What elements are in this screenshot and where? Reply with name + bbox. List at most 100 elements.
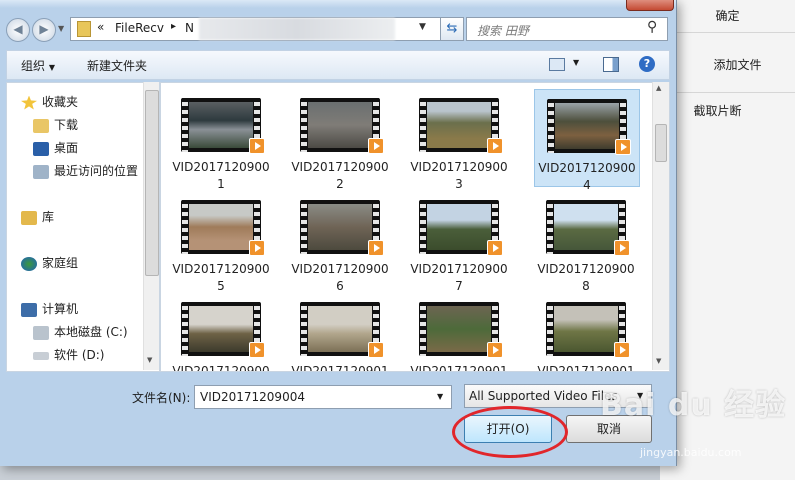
scrollbar-thumb[interactable]: [145, 90, 159, 276]
file-type-value: All Supported Video Files: [469, 389, 618, 403]
film-perforation: [547, 200, 553, 254]
thumbnail-image: [189, 204, 253, 250]
nav-label: 桌面: [54, 141, 79, 155]
file-item[interactable]: VID2017120901: [407, 293, 511, 372]
chevron-down-icon[interactable]: ▼: [437, 386, 443, 408]
refresh-button[interactable]: ⇆: [440, 17, 464, 41]
chevron-down-icon: ▼: [48, 63, 55, 72]
search-input[interactable]: 搜索 田野 ⚲: [466, 17, 668, 41]
scrollbar-thumb[interactable]: [655, 124, 667, 162]
confirm-button[interactable]: 确定: [660, 7, 795, 24]
nav-homegroup[interactable]: 家庭组: [21, 253, 78, 273]
nav-label: 家庭组: [42, 256, 79, 270]
address-bar[interactable]: « FileRecv ▸ N ▼: [70, 17, 460, 41]
file-item[interactable]: VID2017120900 3: [407, 89, 511, 191]
file-name: VID2017120900: [169, 363, 273, 372]
film-perforation: [420, 98, 426, 152]
film-perforation: [301, 200, 307, 254]
thumbnail-image: [555, 103, 619, 149]
homegroup-icon: [21, 256, 37, 271]
film-perforation: [548, 99, 554, 153]
scroll-down-icon[interactable]: ▼: [656, 357, 661, 365]
forward-button[interactable]: ▶: [32, 18, 56, 42]
nav-libraries[interactable]: 库: [21, 207, 54, 227]
scroll-down-icon[interactable]: ▼: [147, 356, 152, 364]
thumbnail-image: [554, 306, 618, 352]
back-button[interactable]: ◀: [6, 18, 30, 42]
preview-pane-icon[interactable]: [603, 57, 619, 72]
library-icon: [21, 210, 37, 225]
file-name-line: VID2017120900: [410, 262, 508, 276]
thumbnail-image: [554, 204, 618, 250]
nav-local-disk[interactable]: 本地磁盘 (C:): [33, 322, 128, 342]
file-item[interactable]: VID2017120900 8: [534, 191, 638, 293]
nav-label: 收藏夹: [42, 95, 79, 109]
play-icon: [249, 138, 265, 154]
file-item[interactable]: VID2017120900: [169, 293, 273, 372]
refresh-icon: ⇆: [446, 21, 458, 36]
nav-desktop[interactable]: 桌面: [33, 138, 78, 158]
add-file-button[interactable]: 添加文件: [670, 56, 795, 73]
nav-computer[interactable]: 计算机: [21, 299, 78, 319]
view-icon[interactable]: [549, 58, 565, 71]
breadcrumb-overflow[interactable]: «: [97, 20, 104, 34]
navigation-pane: 收藏夹 下载 桌面 最近访问的位置 库 家庭组 计算机 本地磁盘 (C:) 软件…: [6, 82, 160, 372]
close-button[interactable]: [626, 0, 674, 11]
search-placeholder: 搜索 田野: [477, 24, 529, 38]
nav-software-drive[interactable]: 软件 (D:): [33, 345, 104, 365]
drive-icon: [33, 351, 49, 360]
file-item[interactable]: VID2017120901: [288, 293, 392, 372]
nav-label: 最近访问的位置: [54, 164, 139, 178]
film-perforation: [301, 98, 307, 152]
file-item[interactable]: VID2017120900 2: [288, 89, 392, 191]
file-item[interactable]: VID2017120900 6: [288, 191, 392, 293]
filename-input[interactable]: VID20171209004 ▼: [194, 385, 452, 409]
address-dropdown-icon[interactable]: ▼: [419, 22, 426, 32]
view-dropdown-icon[interactable]: ▼: [573, 58, 579, 67]
file-item[interactable]: VID2017120901: [534, 293, 638, 371]
breadcrumb-n[interactable]: N: [185, 21, 194, 35]
file-item[interactable]: VID2017120900 4: [534, 89, 640, 192]
computer-icon: [21, 302, 37, 317]
thumbnail-image: [427, 306, 491, 352]
file-name-line: VID2017120900: [172, 262, 270, 276]
play-icon: [615, 139, 631, 155]
play-icon: [368, 342, 384, 358]
watermark-url: jingyan.baidu.com: [640, 446, 742, 459]
file-name-line: VID2017120900: [537, 262, 635, 276]
nav-recent[interactable]: 最近访问的位置: [33, 161, 138, 181]
breadcrumb-separator-icon[interactable]: ▸: [171, 21, 176, 32]
file-item[interactable]: VID2017120900 7: [407, 191, 511, 293]
file-name: VID2017120900 2: [288, 159, 392, 193]
file-name-line: VID2017120901: [291, 364, 389, 372]
downloads-folder-icon: [33, 118, 49, 133]
recent-locations-dropdown-icon[interactable]: ▼: [58, 24, 64, 33]
file-name: VID2017120900 7: [407, 261, 511, 295]
file-scrollbar[interactable]: ▲ ▼: [652, 82, 669, 370]
file-name-line: VID2017120901: [410, 364, 508, 372]
scroll-up-icon[interactable]: ▲: [656, 84, 661, 92]
film-perforation: [420, 302, 426, 356]
file-item[interactable]: VID2017120900 5: [169, 191, 273, 293]
file-name: VID2017120901: [534, 363, 638, 371]
open-file-dialog: ◀ ▶ ▼ « FileRecv ▸ N ▼ ⇆ 搜索 田野 ⚲ 组织 ▼ 新建…: [0, 0, 677, 466]
back-arrow-icon: ◀: [13, 22, 23, 36]
film-perforation: [182, 200, 188, 254]
film-perforation: [301, 302, 307, 356]
thumbnail-image: [427, 102, 491, 148]
nav-scrollbar[interactable]: ▼: [143, 82, 159, 370]
help-icon[interactable]: ?: [639, 56, 655, 72]
breadcrumb-filerecv[interactable]: FileRecv: [115, 21, 164, 35]
file-name: VID2017120900 5: [169, 261, 273, 295]
nav-downloads[interactable]: 下载: [33, 115, 78, 135]
nav-favorites[interactable]: 收藏夹: [21, 92, 78, 112]
thumbnail-image: [308, 306, 372, 352]
file-name: VID2017120900 6: [288, 261, 392, 295]
file-name: VID2017120901: [288, 363, 392, 372]
search-icon[interactable]: ⚲: [647, 19, 657, 35]
file-name-line: VID2017120900: [172, 364, 270, 372]
file-item[interactable]: VID2017120900 1: [169, 89, 273, 191]
new-folder-button[interactable]: 新建文件夹: [87, 57, 147, 74]
thumbnail-image: [308, 102, 372, 148]
organize-button[interactable]: 组织 ▼: [21, 57, 55, 74]
